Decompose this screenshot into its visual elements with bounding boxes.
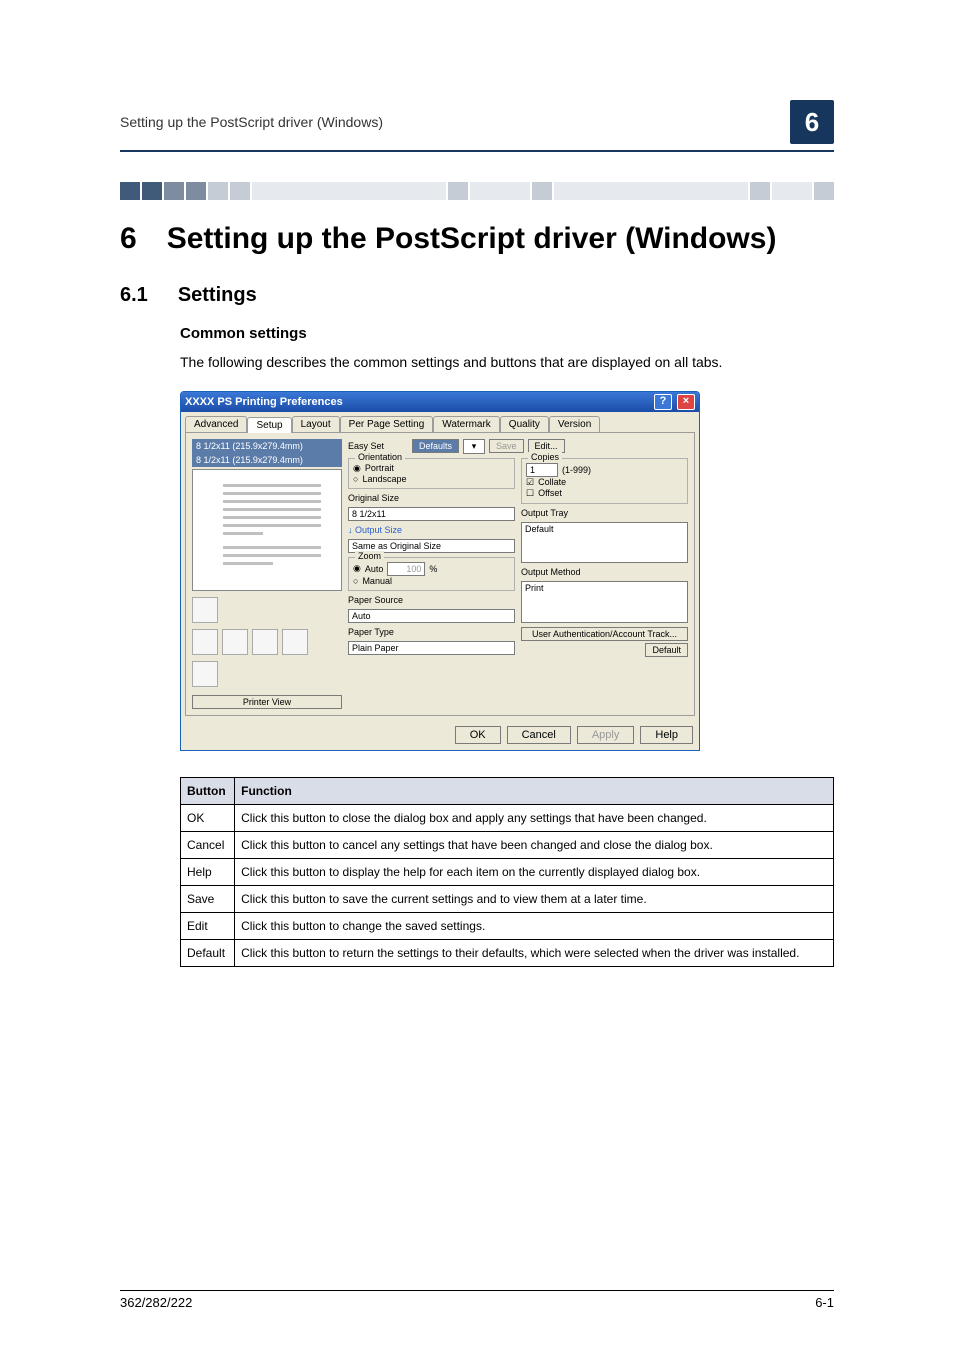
preview-header-2: 8 1/2x11 (215.9x279.4mm) [192, 453, 342, 467]
col-button: Button [181, 777, 235, 804]
chapter-title: Setting up the PostScript driver (Window… [167, 220, 834, 258]
section-title: Settings [178, 284, 257, 307]
layout-icon-5[interactable] [192, 661, 218, 687]
page-preview [192, 469, 342, 591]
close-icon[interactable]: × [677, 394, 695, 410]
printer-view-button[interactable]: Printer View [192, 695, 342, 709]
tab-watermark[interactable]: Watermark [433, 416, 500, 432]
zoom-pct: % [429, 564, 437, 574]
preview-mode-icon[interactable] [192, 597, 218, 623]
tab-advanced[interactable]: Advanced [185, 416, 247, 432]
header-rule [120, 150, 834, 152]
section-number: 6.1 [120, 284, 148, 307]
layout-icon-3[interactable] [252, 629, 278, 655]
table-row: HelpClick this button to display the hel… [181, 858, 834, 885]
table-row: SaveClick this button to save the curren… [181, 885, 834, 912]
layout-icon-2[interactable] [222, 629, 248, 655]
landscape-label: Landscape [362, 474, 406, 484]
defaults-button[interactable]: Defaults [412, 439, 459, 453]
cancel-button[interactable]: Cancel [507, 726, 571, 744]
table-row: CancelClick this button to cancel any se… [181, 831, 834, 858]
table-row: DefaultClick this button to return the s… [181, 939, 834, 966]
paper-type-label: Paper Type [348, 627, 515, 637]
copies-range: (1-999) [562, 465, 591, 475]
dialog-title: XXXX PS Printing Preferences [185, 396, 343, 408]
tab-per-page[interactable]: Per Page Setting [340, 416, 434, 432]
running-head-text: Setting up the PostScript driver (Window… [120, 114, 383, 130]
offset-label: Offset [538, 488, 562, 498]
footer-right: 6-1 [815, 1295, 834, 1310]
buttons-table: Button Function OKClick this button to c… [180, 777, 834, 967]
paper-source-label: Paper Source [348, 595, 515, 605]
easyset-dropdown[interactable]: ▾ [463, 439, 485, 454]
output-method-select[interactable]: Print [521, 581, 688, 623]
subheading: Common settings [180, 325, 834, 342]
zoom-auto-label: Auto [365, 564, 384, 574]
tab-quality[interactable]: Quality [500, 416, 549, 432]
output-tray-select[interactable]: Default [521, 522, 688, 564]
zoom-value[interactable]: 100 [387, 562, 425, 576]
save-button[interactable]: Save [489, 439, 524, 453]
chapter-badge: 6 [790, 100, 834, 144]
portrait-label: Portrait [365, 463, 394, 473]
tab-layout[interactable]: Layout [292, 416, 340, 432]
copies-input[interactable]: 1 [526, 463, 558, 477]
tab-row: Advanced Setup Layout Per Page Setting W… [181, 412, 699, 432]
tab-version[interactable]: Version [549, 416, 600, 432]
intro-paragraph: The following describes the common setti… [180, 352, 834, 373]
preview-header-1: 8 1/2x11 (215.9x279.4mm) [192, 439, 342, 453]
help-icon[interactable]: ? [654, 394, 672, 410]
default-button[interactable]: Default [645, 643, 688, 657]
table-row: OKClick this button to close the dialog … [181, 804, 834, 831]
ok-button[interactable]: OK [455, 726, 501, 744]
original-size-select[interactable]: 8 1/2x11 [348, 507, 515, 521]
tab-setup[interactable]: Setup [247, 417, 291, 433]
auth-button[interactable]: User Authentication/Account Track... [521, 627, 688, 641]
zoom-auto-radio[interactable]: ◉ [353, 563, 361, 574]
apply-button[interactable]: Apply [577, 726, 635, 744]
orientation-label: Orientation [355, 452, 405, 462]
collate-check[interactable]: ☑ [526, 477, 534, 488]
layout-icon-1[interactable] [192, 629, 218, 655]
zoom-manual-label: Manual [362, 576, 392, 586]
footer-left: 362/282/222 [120, 1295, 192, 1310]
help-button[interactable]: Help [640, 726, 693, 744]
output-tray-label: Output Tray [521, 508, 688, 518]
copies-label: Copies [528, 452, 562, 462]
landscape-radio[interactable]: ○ [353, 474, 358, 484]
original-size-label: Original Size [348, 493, 515, 503]
paper-source-select[interactable]: Auto [348, 609, 515, 623]
easy-set-label: Easy Set [348, 441, 408, 451]
layout-icon-4[interactable] [282, 629, 308, 655]
offset-check[interactable]: ☐ [526, 488, 534, 499]
collate-label: Collate [538, 477, 566, 487]
table-row: EditClick this button to change the save… [181, 912, 834, 939]
zoom-manual-radio[interactable]: ○ [353, 576, 358, 586]
output-size-label: ↓ Output Size [348, 525, 515, 535]
chapter-number: 6 [120, 220, 137, 258]
output-method-label: Output Method [521, 567, 688, 577]
col-function: Function [235, 777, 834, 804]
portrait-radio[interactable]: ◉ [353, 463, 361, 474]
paper-type-select[interactable]: Plain Paper [348, 641, 515, 655]
dialog-screenshot: XXXX PS Printing Preferences ? × Advance… [180, 391, 700, 751]
decorative-stripe [120, 182, 834, 200]
zoom-label: Zoom [355, 551, 384, 561]
